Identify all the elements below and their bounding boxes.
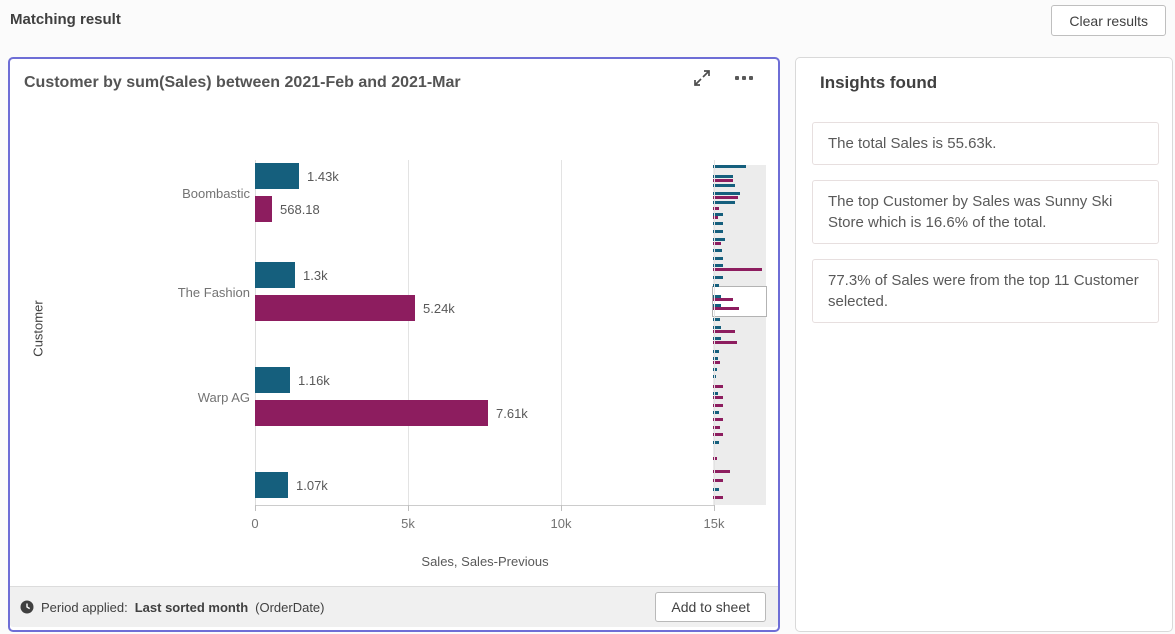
- value-label: 5.24k: [423, 301, 455, 316]
- bar-previous[interactable]: [255, 196, 272, 222]
- minimap-bar: [713, 330, 735, 333]
- bar-sales[interactable]: [255, 163, 299, 189]
- bar-sales[interactable]: [255, 472, 288, 498]
- x-tick-label: 10k: [539, 516, 583, 531]
- gridline: [408, 160, 409, 505]
- x-axis-tick: [255, 505, 256, 511]
- x-tick-label: 5k: [386, 516, 430, 531]
- bar-sales[interactable]: [255, 262, 295, 288]
- chart-minimap[interactable]: [713, 165, 766, 505]
- minimap-bar: [713, 165, 746, 168]
- top-bar: Matching result Clear results: [0, 0, 1175, 45]
- category-label[interactable]: Boombastic: [10, 186, 250, 201]
- gridline: [714, 160, 715, 505]
- value-label: 7.61k: [496, 406, 528, 421]
- x-axis-tick: [561, 505, 562, 511]
- x-axis-tick: [714, 505, 715, 511]
- x-tick-label: 0: [233, 516, 277, 531]
- value-label: 1.07k: [296, 478, 328, 493]
- chart-card: Customer by sum(Sales) between 2021-Feb …: [8, 57, 780, 632]
- minimap-bar: [713, 201, 735, 204]
- category-label[interactable]: Warp AG: [10, 390, 250, 405]
- minimap-bar: [713, 268, 762, 271]
- insight-list: The total Sales is 55.63k. The top Custom…: [812, 122, 1159, 323]
- minimap-bar: [713, 298, 733, 301]
- x-axis-line: [255, 505, 715, 506]
- bar-chart: Customer Sales, Sales-Previous 05k10k15k…: [10, 59, 778, 587]
- minimap-bar: [713, 196, 738, 199]
- add-to-sheet-button[interactable]: Add to sheet: [655, 592, 766, 622]
- minimap-bar: [713, 192, 740, 195]
- minimap-bar: [713, 179, 733, 182]
- insight-card: The top Customer by Sales was Sunny Ski …: [812, 180, 1159, 244]
- clear-results-button[interactable]: Clear results: [1051, 5, 1166, 36]
- clock-icon: [20, 600, 34, 614]
- minimap-bar: [713, 175, 733, 178]
- minimap-viewport[interactable]: [712, 286, 767, 317]
- minimap-bar: [713, 341, 737, 344]
- page-title: Matching result: [10, 11, 121, 28]
- period-applied-label: Period applied:: [41, 600, 128, 615]
- x-axis-title: Sales, Sales-Previous: [255, 554, 715, 569]
- value-label: 568.18: [280, 202, 320, 217]
- value-label: 1.3k: [303, 268, 328, 283]
- period-applied-value: Last sorted month: [135, 600, 248, 615]
- category-label[interactable]: The Fashion: [10, 285, 250, 300]
- insights-panel: Insights found The total Sales is 55.63k…: [795, 57, 1173, 632]
- insight-card: 77.3% of Sales were from the top 11 Cust…: [812, 259, 1159, 323]
- bar-previous[interactable]: [255, 400, 488, 426]
- x-axis-tick: [408, 505, 409, 511]
- minimap-bar: [713, 307, 739, 310]
- bar-previous[interactable]: [255, 295, 415, 321]
- insights-panel-title: Insights found: [820, 73, 937, 93]
- x-tick-label: 15k: [692, 516, 736, 531]
- bar-sales[interactable]: [255, 367, 290, 393]
- period-applied-field: (OrderDate): [255, 600, 324, 615]
- gridline: [561, 160, 562, 505]
- insight-card: The total Sales is 55.63k.: [812, 122, 1159, 165]
- chart-card-footer: Period applied: Last sorted month (Order…: [10, 586, 778, 627]
- minimap-bar: [713, 184, 735, 187]
- value-label: 1.43k: [307, 169, 339, 184]
- value-label: 1.16k: [298, 373, 330, 388]
- minimap-bar: [713, 470, 730, 473]
